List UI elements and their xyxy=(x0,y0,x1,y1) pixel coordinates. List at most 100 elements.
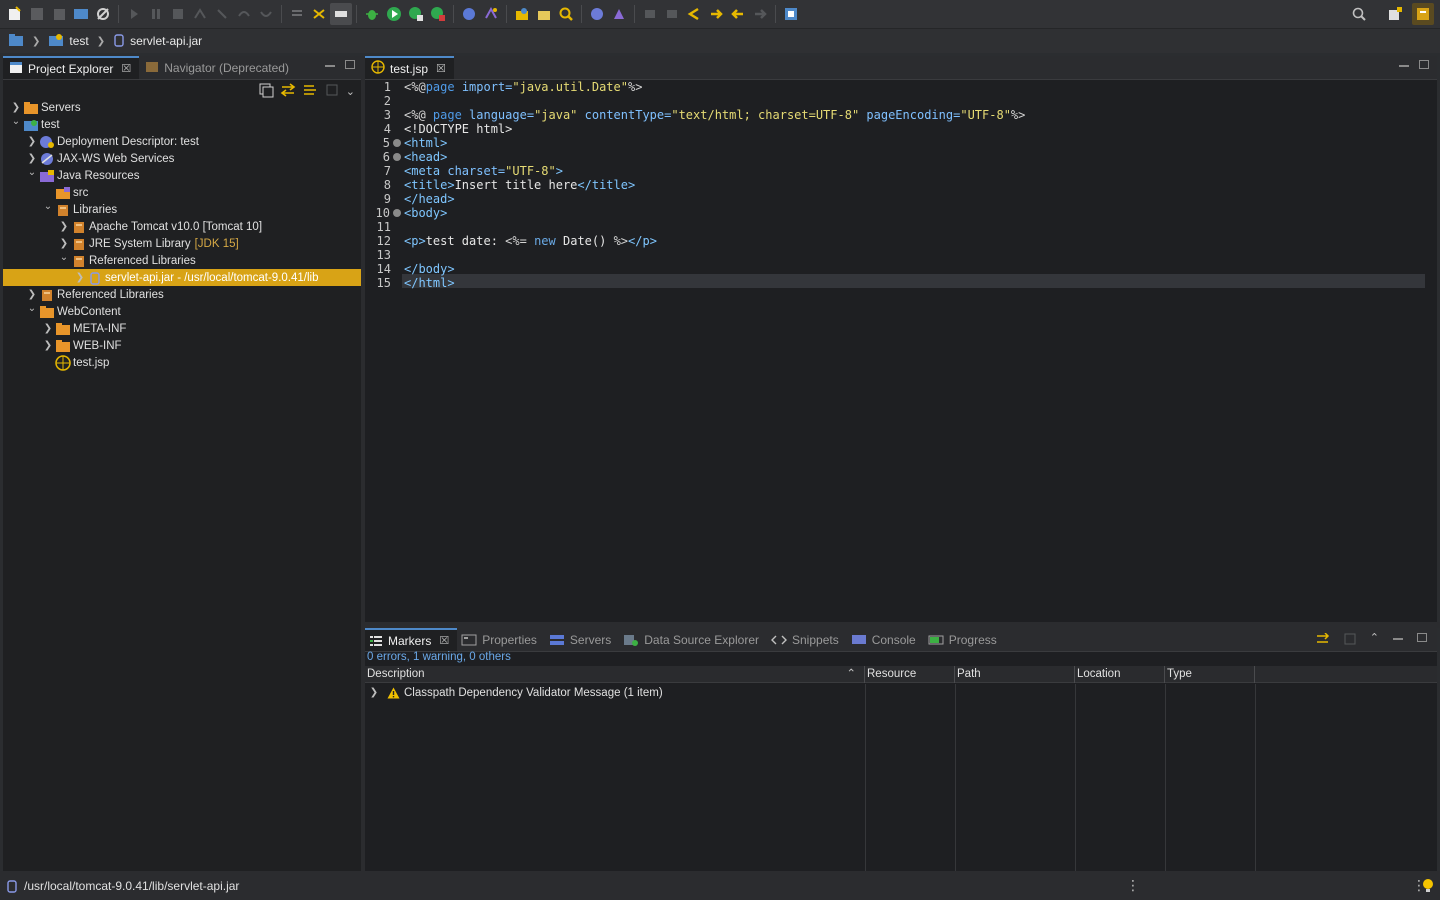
chevron-right-icon[interactable]: ❯ xyxy=(25,136,39,147)
column-header-resource[interactable]: Resource xyxy=(865,666,955,683)
chevron-right-icon[interactable]: ❯ xyxy=(41,323,55,334)
tree-item[interactable]: ❯ JRE System Library [JDK 15] xyxy=(3,235,361,252)
chevron-up-icon[interactable]: ⌃ xyxy=(1370,633,1379,648)
next-edit-icon[interactable] xyxy=(705,3,727,25)
save-all-icon[interactable] xyxy=(48,3,70,25)
minimize-icon[interactable] xyxy=(1393,638,1403,640)
chevron-right-icon[interactable]: ❯ xyxy=(41,340,55,351)
code-editor[interactable]: <%@page import="java.util.Date"%> <%@ pa… xyxy=(365,80,1437,622)
new-server-icon[interactable] xyxy=(458,3,480,25)
tree-item[interactable]: ⌄ test xyxy=(3,116,361,133)
resume-icon[interactable] xyxy=(123,3,145,25)
focus-icon[interactable] xyxy=(324,82,340,101)
chevron-down-icon[interactable]: ⌄ xyxy=(25,303,39,314)
maximize-icon[interactable] xyxy=(345,60,355,69)
tab-navigator[interactable]: Navigator (Deprecated) xyxy=(139,56,297,79)
suspend-icon[interactable] xyxy=(145,3,167,25)
fold-toggle-icon[interactable] xyxy=(393,153,401,161)
status-separator-handle[interactable]: ⋮ xyxy=(1126,877,1140,894)
java-ee-perspective-icon[interactable] xyxy=(1412,3,1434,25)
run-icon[interactable] xyxy=(383,3,405,25)
close-icon[interactable]: ☒ xyxy=(436,62,446,75)
forward-icon[interactable] xyxy=(749,3,771,25)
tree-item[interactable]: ❯ servlet-api.jar - /usr/local/tomcat-9.0… xyxy=(3,269,361,286)
chevron-right-icon[interactable]: ❯ xyxy=(57,221,71,232)
tree-item[interactable]: ❯ Referenced Libraries xyxy=(3,286,361,303)
open-task-icon[interactable] xyxy=(533,3,555,25)
tab-snippets[interactable]: Snippets xyxy=(767,628,847,651)
breadcrumb-item-jar[interactable]: servlet-api.jar xyxy=(113,33,202,50)
use-step-filters-icon[interactable] xyxy=(308,3,330,25)
open-perspective-icon[interactable] xyxy=(1384,3,1406,25)
tab-project-explorer[interactable]: Project Explorer ☒ xyxy=(3,56,140,79)
tab-console[interactable]: Console xyxy=(847,628,924,651)
column-header-description[interactable]: Description ⌃ xyxy=(365,666,865,683)
tree-item[interactable]: ⌄ WebContent xyxy=(3,303,361,320)
chevron-right-icon[interactable]: ❯ xyxy=(9,102,23,113)
new-java-class-icon[interactable] xyxy=(480,3,502,25)
fold-toggle-icon[interactable] xyxy=(393,209,401,217)
skip-breakpoints-icon[interactable] xyxy=(92,3,114,25)
minimize-icon[interactable] xyxy=(1399,65,1409,67)
tree-item[interactable]: src xyxy=(3,184,361,201)
chevron-right-icon[interactable]: ❯ xyxy=(25,153,39,164)
open-type-icon[interactable] xyxy=(511,3,533,25)
tree-item[interactable]: ❯ Apache Tomcat v10.0 [Tomcat 10] xyxy=(3,218,361,235)
terminal-icon[interactable] xyxy=(70,3,92,25)
column-header-type[interactable]: Type xyxy=(1165,666,1255,683)
back-icon[interactable] xyxy=(727,3,749,25)
maximize-icon[interactable] xyxy=(1417,633,1427,642)
tab-servers[interactable]: Servers xyxy=(545,628,619,651)
quick-access-search-icon[interactable] xyxy=(1348,3,1370,25)
save-icon[interactable] xyxy=(26,3,48,25)
pin-editor-icon[interactable] xyxy=(780,3,802,25)
maximize-icon[interactable] xyxy=(1419,60,1429,69)
drop-to-frame-icon[interactable] xyxy=(286,3,308,25)
lightbulb-icon[interactable] xyxy=(1422,878,1434,897)
chevron-down-icon[interactable]: ⌄ xyxy=(41,201,55,212)
table-row[interactable]: ❯ Classpath Dependency Validator Message… xyxy=(365,684,663,701)
tab-progress[interactable]: Progress xyxy=(924,628,1005,651)
fold-toggle-icon[interactable] xyxy=(393,139,401,147)
chevron-right-icon[interactable]: ❯ xyxy=(57,238,71,249)
tab-test-jsp[interactable]: test.jsp ☒ xyxy=(365,56,454,79)
chevron-down-icon[interactable]: ⌄ xyxy=(57,252,71,263)
coverage-icon[interactable] xyxy=(405,3,427,25)
tab-data-source-explorer[interactable]: Data Source Explorer xyxy=(619,628,767,651)
chevron-down-icon[interactable]: ⌄ xyxy=(25,167,39,178)
link-with-editor-icon[interactable] xyxy=(280,82,296,101)
breadcrumb-item-workspace[interactable] xyxy=(8,33,24,50)
run-external-icon[interactable] xyxy=(427,3,449,25)
new-icon[interactable] xyxy=(4,3,26,25)
minimize-icon[interactable] xyxy=(325,65,335,67)
tree-item[interactable]: ⌄ Referenced Libraries xyxy=(3,252,361,269)
terminate-icon[interactable] xyxy=(167,3,189,25)
tree-item[interactable]: ❯ META-INF xyxy=(3,320,361,337)
tree-item[interactable]: ⌄ Libraries xyxy=(3,201,361,218)
tab-properties[interactable]: Properties xyxy=(457,628,545,651)
debug-icon[interactable] xyxy=(361,3,383,25)
step-into-icon[interactable] xyxy=(211,3,233,25)
column-header-path[interactable]: Path xyxy=(955,666,1075,683)
disconnect-icon[interactable] xyxy=(189,3,211,25)
tab-markers[interactable]: Markers ☒ xyxy=(365,628,458,651)
filter-icon[interactable] xyxy=(1316,632,1330,648)
annotation-prev-icon[interactable] xyxy=(639,3,661,25)
chevron-right-icon[interactable]: ❯ xyxy=(367,687,381,698)
view-menu-chevron-down-icon[interactable]: ⌄ xyxy=(346,85,355,98)
toggle-mark-occurrences-icon[interactable] xyxy=(330,3,352,25)
breadcrumb-item-project[interactable]: test xyxy=(48,33,89,50)
chevron-right-icon[interactable]: ❯ xyxy=(73,272,87,283)
focus-icon[interactable] xyxy=(1344,633,1356,648)
tree-item[interactable]: ⌄ Java Resources xyxy=(3,167,361,184)
filter-icon[interactable] xyxy=(302,82,318,101)
close-icon[interactable]: ☒ xyxy=(439,634,449,647)
tree-item[interactable]: ❯ JAX-WS Web Services xyxy=(3,150,361,167)
tree-item[interactable]: ❯ Servers xyxy=(3,99,361,116)
chevron-right-icon[interactable]: ❯ xyxy=(25,289,39,300)
chevron-down-icon[interactable]: ⌄ xyxy=(9,116,23,127)
search-icon[interactable] xyxy=(555,3,577,25)
close-icon[interactable]: ☒ xyxy=(121,62,131,75)
tree-item[interactable]: ❯ Deployment Descriptor: test xyxy=(3,133,361,150)
collapse-all-icon[interactable] xyxy=(258,82,274,101)
